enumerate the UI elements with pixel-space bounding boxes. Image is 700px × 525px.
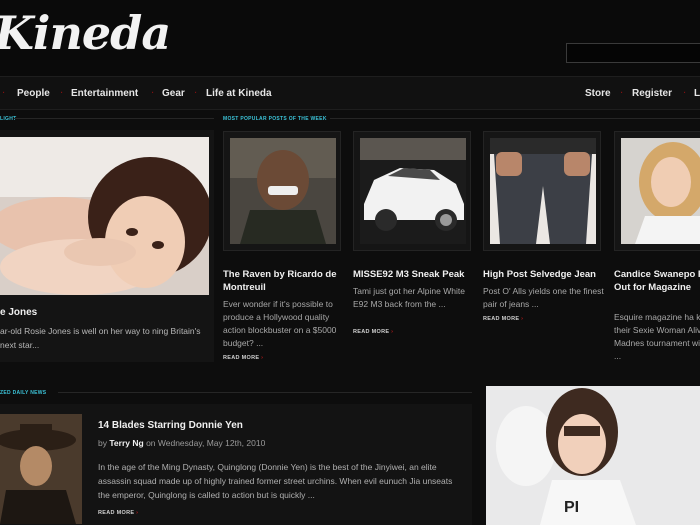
nav-item-register[interactable]: Register bbox=[632, 88, 672, 99]
sidebar-photo-image: PI bbox=[486, 386, 700, 525]
nav-item-people[interactable]: People bbox=[17, 88, 50, 99]
post-excerpt: Ever wonder if it's possible to produce … bbox=[223, 299, 337, 348]
nav-separator: · bbox=[194, 88, 198, 99]
daily-news-panel: 14 Blades Starring Donnie Yen by Terry N… bbox=[0, 404, 472, 525]
post-excerpt: Esquire magazine ha kicked off their Sex… bbox=[614, 312, 700, 361]
post-thumbnail[interactable] bbox=[614, 131, 700, 251]
popular-post-card: Candice Swanepo Rocks it Out for Magazin… bbox=[614, 131, 700, 381]
daily-news-title[interactable]: 14 Blades Starring Donnie Yen bbox=[98, 420, 243, 431]
post-title[interactable]: High Post Selvedge Jean bbox=[483, 268, 613, 281]
nav-separator: · bbox=[2, 88, 6, 99]
post-title[interactable]: The Raven by Ricardo de Montreuil bbox=[223, 268, 353, 294]
section-label-spotlight: LIGHT bbox=[0, 116, 17, 122]
chevron-right-icon: › bbox=[136, 510, 139, 516]
svg-text:PI: PI bbox=[564, 499, 579, 516]
read-more-link[interactable]: READ MORE › bbox=[483, 316, 523, 322]
daily-news-photo[interactable] bbox=[0, 414, 82, 524]
section-divider bbox=[14, 118, 214, 119]
feature-title[interactable]: e Jones bbox=[0, 307, 37, 318]
chevron-right-icon: › bbox=[261, 355, 264, 361]
post-thumbnail[interactable] bbox=[353, 131, 471, 251]
nav-item-gear[interactable]: Gear bbox=[162, 88, 185, 99]
nav-item-life-at-kineda[interactable]: Life at Kineda bbox=[206, 88, 272, 99]
section-divider bbox=[58, 392, 472, 393]
read-more-link[interactable]: READ MORE › bbox=[353, 329, 393, 335]
nav-separator: · bbox=[620, 88, 624, 99]
post-thumbnail[interactable] bbox=[483, 131, 601, 251]
sidebar-photo[interactable]: PI bbox=[486, 386, 700, 525]
daily-news-excerpt: In the age of the Ming Dynasty, Quinglon… bbox=[98, 462, 453, 500]
post-title[interactable]: Candice Swanepo Rocks it Out for Magazin… bbox=[614, 268, 700, 294]
feature-photo[interactable] bbox=[0, 137, 209, 295]
feature-photo-image bbox=[0, 137, 209, 295]
search-input[interactable] bbox=[566, 43, 700, 63]
nav-separator: · bbox=[151, 88, 155, 99]
post-thumbnail-image bbox=[230, 138, 336, 244]
read-more-link[interactable]: READ MORE › bbox=[223, 355, 263, 361]
main-nav: · People · Entertainment · Gear · Life a… bbox=[0, 76, 700, 110]
post-thumbnail-image bbox=[360, 138, 466, 244]
post-title[interactable]: MISSE92 M3 Sneak Peak bbox=[353, 268, 483, 281]
nav-separator: · bbox=[683, 88, 687, 99]
section-divider bbox=[330, 118, 700, 119]
daily-news-photo-image bbox=[0, 414, 82, 524]
post-thumbnail-image bbox=[621, 138, 700, 244]
nav-item-entertainment[interactable]: Entertainment bbox=[71, 88, 138, 99]
author-link[interactable]: Terry Ng bbox=[109, 438, 143, 448]
site-header: Kineda bbox=[0, 0, 700, 76]
read-more-link[interactable]: READ MORE › bbox=[98, 510, 138, 516]
post-excerpt: Post O' Alls yields one the finest pair … bbox=[483, 286, 604, 309]
nav-item-store[interactable]: Store bbox=[585, 88, 611, 99]
nav-separator: · bbox=[60, 88, 64, 99]
feature-excerpt: ar-old Rosie Jones is well on her way to… bbox=[0, 326, 201, 350]
post-excerpt: Tami just got her Alpine White E92 M3 ba… bbox=[353, 286, 465, 309]
chevron-right-icon: › bbox=[391, 329, 394, 335]
nav-item-login[interactable]: L bbox=[694, 88, 700, 99]
daily-news-byline: by Terry Ng on Wednesday, May 12th, 2010 bbox=[98, 438, 266, 448]
chevron-right-icon: › bbox=[521, 316, 524, 322]
post-thumbnail-image bbox=[490, 138, 596, 244]
section-label-daily: ZED DAILY NEWS bbox=[0, 390, 47, 396]
site-logo[interactable]: Kineda bbox=[0, 6, 171, 60]
section-label-popular: MOST POPULAR POSTS OF THE WEEK bbox=[223, 116, 327, 122]
post-thumbnail[interactable] bbox=[223, 131, 341, 251]
